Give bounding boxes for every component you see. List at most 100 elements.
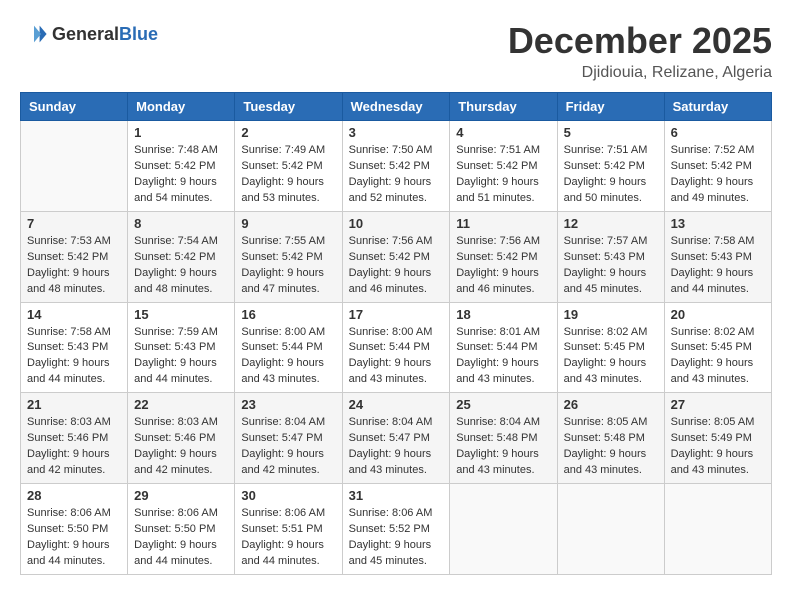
- calendar-table: SundayMondayTuesdayWednesdayThursdayFrid…: [20, 92, 772, 575]
- calendar-cell: 28Sunrise: 8:06 AMSunset: 5:50 PMDayligh…: [21, 484, 128, 575]
- sunrise-text: Sunrise: 8:02 AM: [564, 326, 648, 338]
- daylight-line1: Daylight: 9 hours: [27, 267, 110, 279]
- calendar-week-row: 21Sunrise: 8:03 AMSunset: 5:46 PMDayligh…: [21, 393, 772, 484]
- daylight-line2: and 44 minutes.: [134, 555, 212, 567]
- day-number: 28: [27, 488, 121, 503]
- logo: GeneralBlue: [20, 20, 158, 48]
- sunrise-text: Sunrise: 8:05 AM: [564, 416, 648, 428]
- daylight-line1: Daylight: 9 hours: [349, 448, 432, 460]
- sunset-text: Sunset: 5:42 PM: [671, 160, 752, 172]
- calendar-cell: 12Sunrise: 7:57 AMSunset: 5:43 PMDayligh…: [557, 211, 664, 302]
- daylight-line1: Daylight: 9 hours: [241, 176, 324, 188]
- daylight-line2: and 44 minutes.: [27, 373, 105, 385]
- sunrise-text: Sunrise: 7:56 AM: [456, 235, 540, 247]
- calendar-cell: 27Sunrise: 8:05 AMSunset: 5:49 PMDayligh…: [664, 393, 771, 484]
- daylight-line2: and 49 minutes.: [671, 192, 749, 204]
- calendar-cell: 11Sunrise: 7:56 AMSunset: 5:42 PMDayligh…: [450, 211, 557, 302]
- sunrise-text: Sunrise: 7:59 AM: [134, 326, 218, 338]
- day-info: Sunrise: 7:59 AMSunset: 5:43 PMDaylight:…: [134, 325, 228, 389]
- day-info: Sunrise: 8:00 AMSunset: 5:44 PMDaylight:…: [241, 325, 335, 389]
- daylight-line2: and 50 minutes.: [564, 192, 642, 204]
- daylight-line2: and 43 minutes.: [349, 373, 427, 385]
- day-info: Sunrise: 7:53 AMSunset: 5:42 PMDaylight:…: [27, 234, 121, 298]
- calendar-cell: [450, 484, 557, 575]
- sunset-text: Sunset: 5:45 PM: [671, 341, 752, 353]
- daylight-line1: Daylight: 9 hours: [456, 267, 539, 279]
- sunrise-text: Sunrise: 8:04 AM: [241, 416, 325, 428]
- calendar-cell: 31Sunrise: 8:06 AMSunset: 5:52 PMDayligh…: [342, 484, 450, 575]
- sunrise-text: Sunrise: 8:03 AM: [134, 416, 218, 428]
- calendar-cell: 5Sunrise: 7:51 AMSunset: 5:42 PMDaylight…: [557, 121, 664, 212]
- daylight-line1: Daylight: 9 hours: [27, 539, 110, 551]
- day-number: 30: [241, 488, 335, 503]
- sunset-text: Sunset: 5:52 PM: [349, 523, 430, 535]
- sunset-text: Sunset: 5:42 PM: [456, 160, 537, 172]
- day-info: Sunrise: 7:51 AMSunset: 5:42 PMDaylight:…: [456, 143, 550, 207]
- daylight-line1: Daylight: 9 hours: [671, 357, 754, 369]
- calendar-cell: 9Sunrise: 7:55 AMSunset: 5:42 PMDaylight…: [235, 211, 342, 302]
- day-number: 20: [671, 307, 765, 322]
- day-number: 25: [456, 397, 550, 412]
- calendar-cell: 24Sunrise: 8:04 AMSunset: 5:47 PMDayligh…: [342, 393, 450, 484]
- day-info: Sunrise: 8:06 AMSunset: 5:50 PMDaylight:…: [134, 506, 228, 570]
- daylight-line2: and 45 minutes.: [349, 555, 427, 567]
- day-header-tuesday: Tuesday: [235, 93, 342, 121]
- calendar-cell: 22Sunrise: 8:03 AMSunset: 5:46 PMDayligh…: [128, 393, 235, 484]
- calendar-cell: 2Sunrise: 7:49 AMSunset: 5:42 PMDaylight…: [235, 121, 342, 212]
- day-info: Sunrise: 8:04 AMSunset: 5:48 PMDaylight:…: [456, 415, 550, 479]
- day-header-sunday: Sunday: [21, 93, 128, 121]
- daylight-line2: and 48 minutes.: [134, 283, 212, 295]
- calendar-cell: 3Sunrise: 7:50 AMSunset: 5:42 PMDaylight…: [342, 121, 450, 212]
- sunset-text: Sunset: 5:42 PM: [349, 160, 430, 172]
- sunset-text: Sunset: 5:42 PM: [456, 251, 537, 263]
- day-number: 22: [134, 397, 228, 412]
- sunrise-text: Sunrise: 7:58 AM: [27, 326, 111, 338]
- day-number: 5: [564, 125, 658, 140]
- day-header-wednesday: Wednesday: [342, 93, 450, 121]
- daylight-line1: Daylight: 9 hours: [671, 448, 754, 460]
- day-info: Sunrise: 8:03 AMSunset: 5:46 PMDaylight:…: [27, 415, 121, 479]
- logo-icon: [20, 20, 48, 48]
- sunrise-text: Sunrise: 7:58 AM: [671, 235, 755, 247]
- day-info: Sunrise: 7:56 AM Sunset: 5:42 PM Daylight:…: [456, 234, 550, 298]
- daylight-line2: and 53 minutes.: [241, 192, 319, 204]
- logo-general: General: [52, 24, 119, 44]
- daylight-line2: and 43 minutes.: [349, 464, 427, 476]
- day-info: Sunrise: 8:02 AMSunset: 5:45 PMDaylight:…: [564, 325, 658, 389]
- calendar-cell: 30 Sunrise: 8:06 AMSunset: 5:51 PMDayligh…: [235, 484, 342, 575]
- day-info: Sunrise: 8:06 AMSunset: 5:51 PMDaylight:…: [241, 506, 335, 570]
- daylight-line1: Daylight: 9 hours: [564, 357, 647, 369]
- day-info: Sunrise: 8:06 AMSunset: 5:52 PMDaylight:…: [349, 506, 444, 570]
- daylight-line2: and 46 minutes.: [456, 283, 534, 295]
- day-number: 4: [456, 125, 550, 140]
- day-info: Sunrise: 7:54 AMSunset: 5:42 PMDaylight:…: [134, 234, 228, 298]
- day-number: 18: [456, 307, 550, 322]
- sunset-text: Sunset: 5:51 PM: [241, 523, 322, 535]
- sunrise-text: Sunrise: 7:50 AM: [349, 144, 433, 156]
- daylight-line1: Daylight: 9 hours: [134, 539, 217, 551]
- sunrise-text: Sunrise: 7:56 AM: [349, 235, 433, 247]
- sunrise-text: Sunrise: 8:06 AM: [134, 507, 218, 519]
- sunrise-text: Sunrise: 7:57 AM: [564, 235, 648, 247]
- sunrise-text: Sunrise: 8:02 AM: [671, 326, 755, 338]
- daylight-line2: and 48 minutes.: [27, 283, 105, 295]
- calendar-cell: 1Sunrise: 7:48 AMSunset: 5:42 PMDaylight…: [128, 121, 235, 212]
- daylight-line1: Daylight: 9 hours: [564, 176, 647, 188]
- day-info: Sunrise: 8:02 AM Sunset: 5:45 PM Daylight:…: [671, 325, 765, 389]
- day-info: Sunrise: 8:01 AMSunset: 5:44 PMDaylight:…: [456, 325, 550, 389]
- daylight-line2: and 43 minutes.: [671, 464, 749, 476]
- sunrise-text: Sunrise: 8:00 AM: [241, 326, 325, 338]
- daylight-line2: and 51 minutes.: [456, 192, 534, 204]
- calendar-cell: [664, 484, 771, 575]
- day-number: 14: [27, 307, 121, 322]
- sunset-text: Sunset: 5:43 PM: [564, 251, 645, 263]
- daylight-line1: Daylight: 9 hours: [134, 448, 217, 460]
- sunset-text: Sunset: 5:42 PM: [134, 160, 215, 172]
- calendar-cell: 6Sunrise: 7:52 AMSunset: 5:42 PMDaylight…: [664, 121, 771, 212]
- calendar-cell: 15Sunrise: 7:59 AMSunset: 5:43 PMDayligh…: [128, 302, 235, 393]
- day-number: 10: [349, 216, 444, 231]
- daylight-line1: Daylight: 9 hours: [241, 448, 324, 460]
- calendar-cell: 25 Sunrise: 8:04 AMSunset: 5:48 PMDayligh…: [450, 393, 557, 484]
- sunrise-text: Sunrise: 7:51 AM: [456, 144, 540, 156]
- daylight-line1: Daylight: 9 hours: [241, 539, 324, 551]
